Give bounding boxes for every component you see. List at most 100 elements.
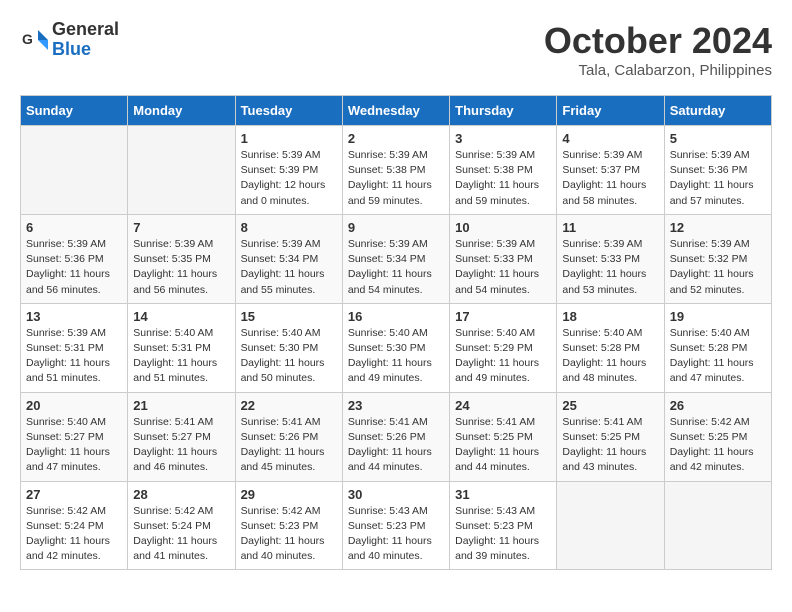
- day-number: 22: [241, 398, 337, 413]
- day-number: 19: [670, 309, 766, 324]
- page-header: G General Blue October 2024 Tala, Calaba…: [20, 20, 772, 79]
- day-info: Sunrise: 5:42 AM Sunset: 5:24 PM Dayligh…: [26, 504, 122, 565]
- calendar-cell: 24 Sunrise: 5:41 AM Sunset: 5:25 PM Dayli…: [450, 392, 557, 481]
- calendar-cell: 22 Sunrise: 5:41 AM Sunset: 5:26 PM Dayli…: [235, 392, 342, 481]
- location: Tala, Calabarzon, Philippines: [544, 62, 772, 79]
- day-info: Sunrise: 5:39 AM Sunset: 5:38 PM Dayligh…: [348, 148, 444, 209]
- day-info: Sunrise: 5:42 AM Sunset: 5:23 PM Dayligh…: [241, 504, 337, 565]
- calendar-cell: 18 Sunrise: 5:40 AM Sunset: 5:28 PM Dayli…: [557, 303, 664, 392]
- calendar-cell: 15 Sunrise: 5:40 AM Sunset: 5:30 PM Dayli…: [235, 303, 342, 392]
- day-number: 6: [26, 220, 122, 235]
- day-info: Sunrise: 5:41 AM Sunset: 5:25 PM Dayligh…: [455, 415, 551, 476]
- day-number: 18: [562, 309, 658, 324]
- week-row: 1 Sunrise: 5:39 AM Sunset: 5:39 PM Daylig…: [21, 126, 772, 215]
- day-info: Sunrise: 5:39 AM Sunset: 5:33 PM Dayligh…: [455, 237, 551, 298]
- weekday-header: Saturday: [664, 96, 771, 126]
- calendar-cell: 8 Sunrise: 5:39 AM Sunset: 5:34 PM Daylig…: [235, 214, 342, 303]
- weekday-header: Tuesday: [235, 96, 342, 126]
- empty-cell: [557, 481, 664, 570]
- calendar-cell: 16Sunrise: 5:40 AM Sunset: 5:30 PM Dayli…: [342, 303, 449, 392]
- day-info: Sunrise: 5:40 AM Sunset: 5:28 PM Dayligh…: [562, 326, 658, 387]
- calendar-cell: 21 Sunrise: 5:41 AM Sunset: 5:27 PM Dayli…: [128, 392, 235, 481]
- calendar-cell: 23Sunrise: 5:41 AM Sunset: 5:26 PM Dayli…: [342, 392, 449, 481]
- day-info: Sunrise: 5:39 AM Sunset: 5:39 PM Dayligh…: [241, 148, 337, 209]
- day-number: 29: [241, 487, 337, 502]
- day-number: 14: [133, 309, 229, 324]
- calendar-cell: 20 Sunrise: 5:40 AM Sunset: 5:27 PM Dayli…: [21, 392, 128, 481]
- day-number: 13: [26, 309, 122, 324]
- day-info: Sunrise: 5:39 AM Sunset: 5:33 PM Dayligh…: [562, 237, 658, 298]
- calendar-cell: 29 Sunrise: 5:42 AM Sunset: 5:23 PM Dayli…: [235, 481, 342, 570]
- day-number: 24: [455, 398, 551, 413]
- week-row: 13 Sunrise: 5:39 AM Sunset: 5:31 PM Dayli…: [21, 303, 772, 392]
- day-number: 30: [348, 487, 444, 502]
- calendar-cell: 12 Sunrise: 5:39 AM Sunset: 5:32 PM Dayli…: [664, 214, 771, 303]
- logo-line2: Blue: [52, 40, 119, 60]
- calendar-cell: 31 Sunrise: 5:43 AM Sunset: 5:23 PM Dayli…: [450, 481, 557, 570]
- day-number: 3: [455, 131, 551, 146]
- day-number: 9: [348, 220, 444, 235]
- empty-cell: [664, 481, 771, 570]
- day-number: 17: [455, 309, 551, 324]
- day-info: Sunrise: 5:43 AM Sunset: 5:23 PM Dayligh…: [455, 504, 551, 565]
- calendar-cell: 10 Sunrise: 5:39 AM Sunset: 5:33 PM Dayli…: [450, 214, 557, 303]
- day-info: Sunrise: 5:39 AM Sunset: 5:35 PM Dayligh…: [133, 237, 229, 298]
- day-info: Sunrise: 5:43 AM Sunset: 5:23 PM Dayligh…: [348, 504, 444, 565]
- day-info: Sunrise: 5:39 AM Sunset: 5:34 PM Dayligh…: [348, 237, 444, 298]
- calendar-cell: 7 Sunrise: 5:39 AM Sunset: 5:35 PM Daylig…: [128, 214, 235, 303]
- day-number: 7: [133, 220, 229, 235]
- day-number: 16: [348, 309, 444, 324]
- day-number: 20: [26, 398, 122, 413]
- day-number: 8: [241, 220, 337, 235]
- day-number: 27: [26, 487, 122, 502]
- day-number: 26: [670, 398, 766, 413]
- svg-text:G: G: [22, 31, 33, 47]
- day-info: Sunrise: 5:39 AM Sunset: 5:36 PM Dayligh…: [26, 237, 122, 298]
- day-info: Sunrise: 5:40 AM Sunset: 5:27 PM Dayligh…: [26, 415, 122, 476]
- logo-line1: General: [52, 20, 119, 40]
- day-info: Sunrise: 5:39 AM Sunset: 5:34 PM Dayligh…: [241, 237, 337, 298]
- day-number: 15: [241, 309, 337, 324]
- empty-cell: [128, 126, 235, 215]
- day-number: 5: [670, 131, 766, 146]
- day-info: Sunrise: 5:40 AM Sunset: 5:30 PM Dayligh…: [241, 326, 337, 387]
- calendar-table: SundayMondayTuesdayWednesdayThursdayFrid…: [20, 95, 772, 570]
- calendar-cell: 5Sunrise: 5:39 AM Sunset: 5:36 PM Daylig…: [664, 126, 771, 215]
- day-info: Sunrise: 5:39 AM Sunset: 5:32 PM Dayligh…: [670, 237, 766, 298]
- day-number: 25: [562, 398, 658, 413]
- calendar-cell: 13 Sunrise: 5:39 AM Sunset: 5:31 PM Dayli…: [21, 303, 128, 392]
- calendar-cell: 30 Sunrise: 5:43 AM Sunset: 5:23 PM Dayli…: [342, 481, 449, 570]
- day-number: 11: [562, 220, 658, 235]
- calendar-cell: 11 Sunrise: 5:39 AM Sunset: 5:33 PM Dayli…: [557, 214, 664, 303]
- week-row: 27 Sunrise: 5:42 AM Sunset: 5:24 PM Dayli…: [21, 481, 772, 570]
- calendar-cell: 9 Sunrise: 5:39 AM Sunset: 5:34 PM Daylig…: [342, 214, 449, 303]
- month-title: October 2024: [544, 20, 772, 62]
- calendar-cell: 27 Sunrise: 5:42 AM Sunset: 5:24 PM Dayli…: [21, 481, 128, 570]
- calendar-cell: 26Sunrise: 5:42 AM Sunset: 5:25 PM Dayli…: [664, 392, 771, 481]
- weekday-header: Friday: [557, 96, 664, 126]
- weekday-header-row: SundayMondayTuesdayWednesdayThursdayFrid…: [21, 96, 772, 126]
- week-row: 6 Sunrise: 5:39 AM Sunset: 5:36 PM Daylig…: [21, 214, 772, 303]
- day-number: 12: [670, 220, 766, 235]
- empty-cell: [21, 126, 128, 215]
- calendar-cell: 1 Sunrise: 5:39 AM Sunset: 5:39 PM Daylig…: [235, 126, 342, 215]
- day-info: Sunrise: 5:40 AM Sunset: 5:31 PM Dayligh…: [133, 326, 229, 387]
- day-number: 31: [455, 487, 551, 502]
- weekday-header: Thursday: [450, 96, 557, 126]
- day-info: Sunrise: 5:41 AM Sunset: 5:26 PM Dayligh…: [241, 415, 337, 476]
- day-info: Sunrise: 5:39 AM Sunset: 5:38 PM Dayligh…: [455, 148, 551, 209]
- day-number: 21: [133, 398, 229, 413]
- calendar-cell: 19Sunrise: 5:40 AM Sunset: 5:28 PM Dayli…: [664, 303, 771, 392]
- day-number: 10: [455, 220, 551, 235]
- day-info: Sunrise: 5:42 AM Sunset: 5:24 PM Dayligh…: [133, 504, 229, 565]
- calendar-cell: 2Sunrise: 5:39 AM Sunset: 5:38 PM Daylig…: [342, 126, 449, 215]
- weekday-header: Wednesday: [342, 96, 449, 126]
- calendar-cell: 25Sunrise: 5:41 AM Sunset: 5:25 PM Dayli…: [557, 392, 664, 481]
- day-info: Sunrise: 5:39 AM Sunset: 5:37 PM Dayligh…: [562, 148, 658, 209]
- day-number: 23: [348, 398, 444, 413]
- calendar-cell: 3 Sunrise: 5:39 AM Sunset: 5:38 PM Daylig…: [450, 126, 557, 215]
- day-info: Sunrise: 5:41 AM Sunset: 5:27 PM Dayligh…: [133, 415, 229, 476]
- day-info: Sunrise: 5:39 AM Sunset: 5:31 PM Dayligh…: [26, 326, 122, 387]
- calendar-cell: 17Sunrise: 5:40 AM Sunset: 5:29 PM Dayli…: [450, 303, 557, 392]
- day-number: 1: [241, 131, 337, 146]
